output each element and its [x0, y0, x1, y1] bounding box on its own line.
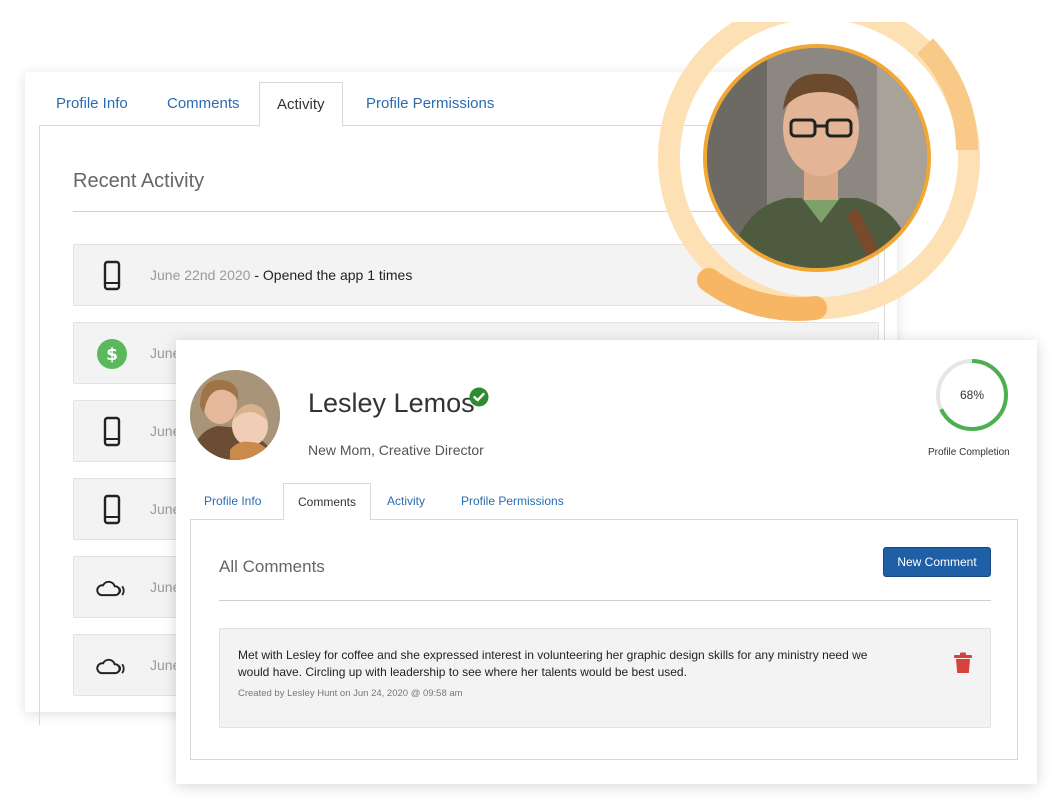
- new-comment-button[interactable]: New Comment: [883, 547, 991, 577]
- activity-text: June 22nd 2020 - Opened the app 1 times: [150, 267, 412, 283]
- phone-icon: [103, 260, 121, 291]
- cloud-broadcast-icon: [96, 658, 125, 675]
- activity-description: Opened the app 1 times: [262, 267, 413, 283]
- dollar-icon: $: [97, 339, 127, 369]
- tab-comments[interactable]: Comments: [150, 82, 257, 126]
- tab-activity[interactable]: Activity: [373, 483, 439, 520]
- profile-completion-meter: 68%: [933, 356, 1011, 434]
- completion-percent: 68%: [959, 388, 985, 402]
- activity-date: June 22nd 2020: [150, 267, 251, 283]
- tab-profile-info[interactable]: Profile Info: [190, 483, 275, 520]
- completion-label: Profile Completion: [928, 447, 1010, 458]
- phone-icon: [103, 494, 121, 525]
- profile-role: New Mom, Creative Director: [308, 442, 484, 458]
- activity-separator: -: [250, 267, 263, 283]
- all-comments-title: All Comments: [219, 557, 325, 576]
- comments-panel: All Comments New Comment Met with Lesley…: [190, 519, 1018, 760]
- comment-text: Met with Lesley for coffee and she expre…: [238, 648, 868, 679]
- comment-item: Met with Lesley for coffee and she expre…: [219, 628, 991, 728]
- verified-check-icon: [469, 387, 489, 407]
- svg-text:$: $: [106, 345, 118, 365]
- featured-avatar: [655, 22, 985, 332]
- trash-icon[interactable]: [953, 652, 973, 674]
- tab-profile-info[interactable]: Profile Info: [39, 82, 145, 126]
- divider: [219, 600, 991, 601]
- recent-activity-title: Recent Activity: [73, 170, 205, 192]
- phone-icon: [103, 416, 121, 447]
- tab-activity[interactable]: Activity: [259, 82, 343, 127]
- profile-card: Lesley Lemos New Mom, Creative Director …: [176, 340, 1037, 784]
- tab-profile-permissions[interactable]: Profile Permissions: [447, 483, 578, 520]
- avatar-photo: [190, 370, 280, 460]
- tab-profile-permissions[interactable]: Profile Permissions: [349, 82, 511, 126]
- avatar: [190, 370, 280, 460]
- person-silhouette: [707, 48, 927, 268]
- tab-comments[interactable]: Comments: [283, 483, 372, 521]
- avatar-photo: [703, 44, 931, 272]
- profile-name: Lesley Lemos: [308, 388, 475, 418]
- cloud-broadcast-icon: [96, 580, 125, 597]
- comment-meta: Created by Lesley Hunt on Jun 24, 2020 @…: [238, 688, 463, 699]
